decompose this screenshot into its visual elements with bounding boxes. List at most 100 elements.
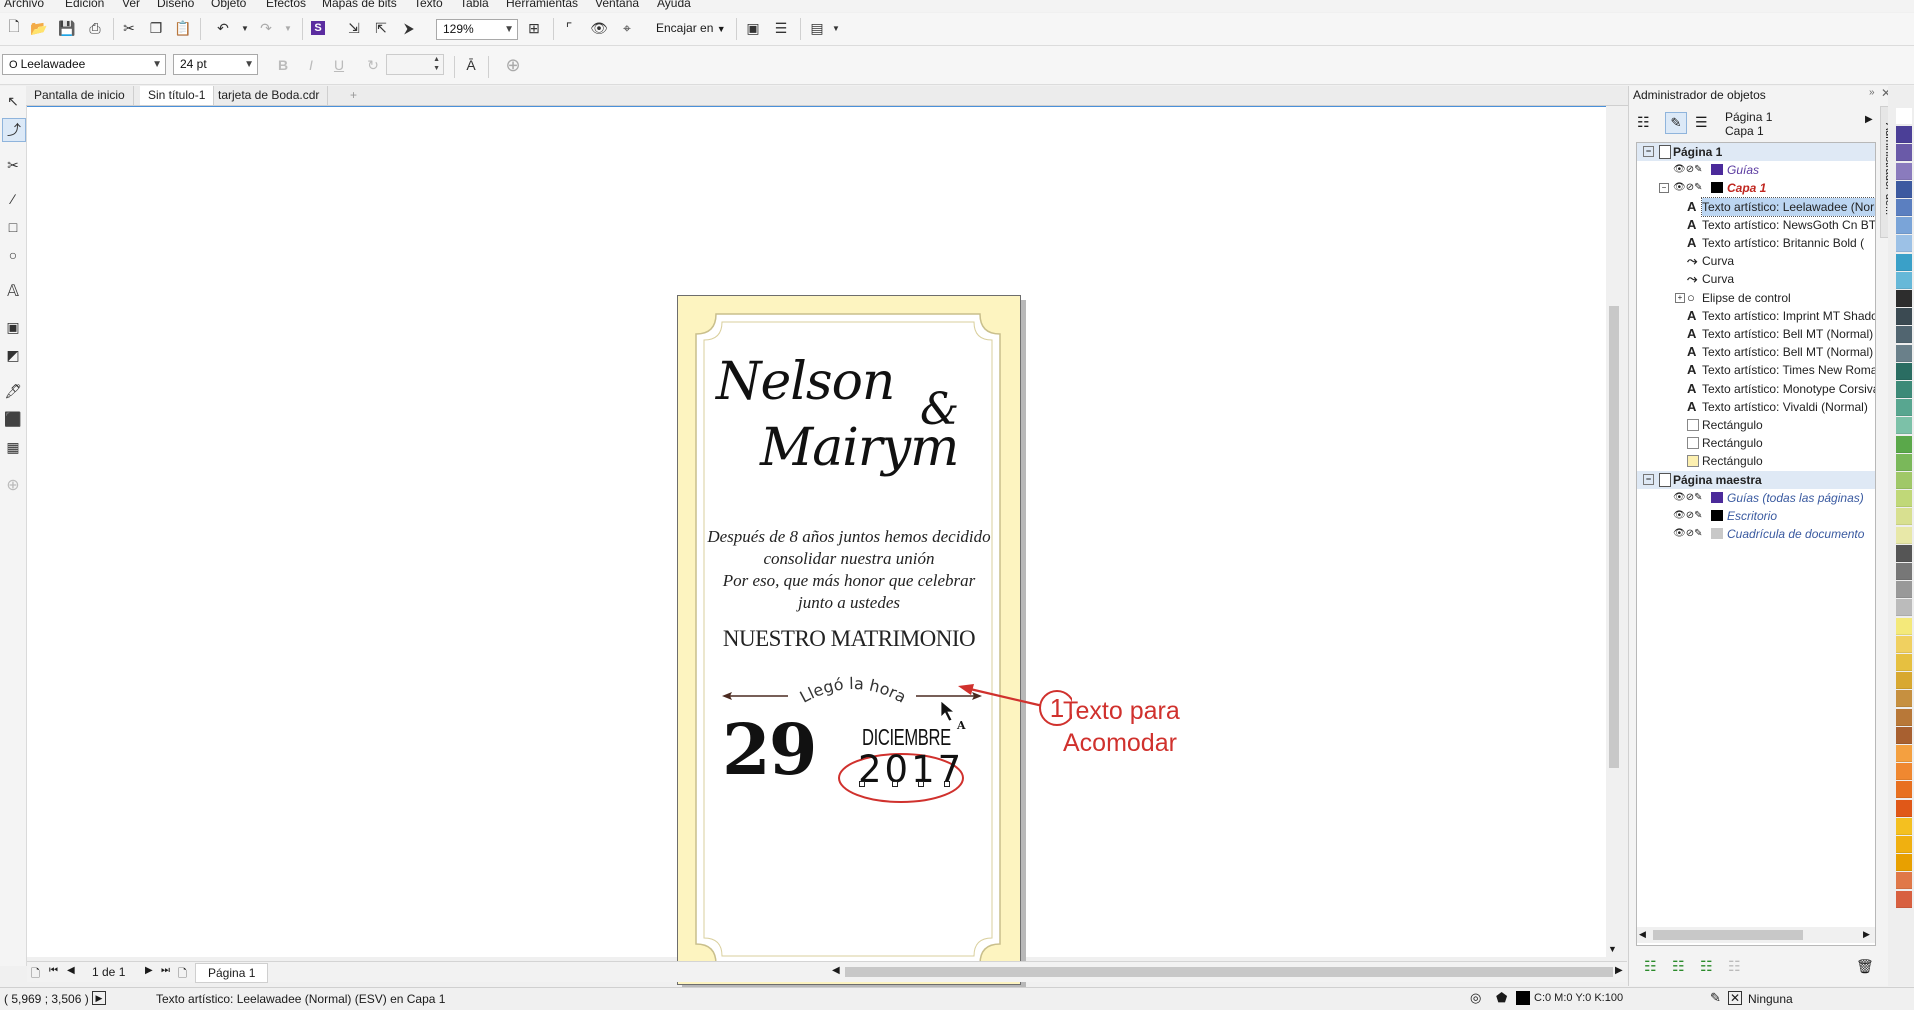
layer-color-swatch[interactable] bbox=[1711, 182, 1723, 194]
layer-color-swatch[interactable] bbox=[1711, 528, 1723, 540]
color-proof-icon[interactable]: ◎ bbox=[1470, 990, 1481, 1006]
color-swatch[interactable] bbox=[1896, 599, 1912, 617]
print-icon[interactable]: ⎙ bbox=[84, 17, 106, 39]
color-swatch[interactable] bbox=[1896, 836, 1912, 853]
add-tool-icon[interactable]: ⊕ bbox=[2, 474, 24, 496]
color-swatch[interactable] bbox=[1896, 399, 1912, 417]
eyedropper-tool-icon[interactable]: 🖋 bbox=[2, 380, 24, 402]
tree-layer-row[interactable]: 👁⊘✎ Guías bbox=[1637, 161, 1875, 179]
tree-object-row[interactable]: ⤳ Curva bbox=[1637, 270, 1875, 288]
fit-to-dropdown[interactable]: Encajar en ▼ bbox=[656, 21, 726, 35]
color-swatch[interactable] bbox=[1896, 253, 1912, 271]
show-rulers-icon[interactable]: ⌜ bbox=[558, 17, 580, 39]
color-swatch[interactable] bbox=[1896, 763, 1912, 781]
play-macro-icon[interactable]: ▶ bbox=[92, 991, 106, 1005]
previous-page-icon[interactable]: ◀ bbox=[67, 965, 75, 976]
color-swatch[interactable] bbox=[1896, 326, 1912, 344]
color-swatch[interactable] bbox=[1896, 381, 1912, 398]
scrollbar-thumb[interactable] bbox=[1609, 306, 1619, 768]
scroll-right-icon[interactable]: ▶ bbox=[1615, 965, 1623, 976]
menu-archivo[interactable]: Archivo bbox=[4, 0, 44, 10]
menu-ayuda[interactable]: Ayuda bbox=[657, 0, 691, 10]
tree-object-row[interactable]: Rectángulo bbox=[1637, 434, 1875, 452]
drawing-canvas[interactable]: Nelson & Mairym Después de 8 años juntos… bbox=[27, 106, 1615, 985]
smart-fill-tool-icon[interactable]: ▦ bbox=[2, 436, 24, 458]
tree-page-row[interactable]: − Página 1 bbox=[1637, 143, 1875, 161]
open-folder-icon[interactable]: 📂 bbox=[28, 17, 50, 39]
tree-layer-row[interactable]: − 👁⊘✎ Capa 1 bbox=[1637, 179, 1875, 197]
scroll-left-icon[interactable]: ◀ bbox=[832, 965, 840, 976]
menu-diseno[interactable]: Diseño bbox=[157, 0, 194, 10]
color-swatch[interactable] bbox=[1896, 217, 1912, 235]
delete-icon[interactable]: 🗑 bbox=[1856, 958, 1874, 975]
menu-ver[interactable]: Ver bbox=[122, 0, 140, 10]
pick-tool-icon[interactable]: ↖ bbox=[2, 90, 24, 112]
tree-object-row[interactable]: A Texto artístico: Imprint MT Shadow bbox=[1637, 307, 1875, 325]
font-size-select[interactable]: 24 pt ▼ bbox=[173, 54, 258, 75]
color-swatch[interactable] bbox=[1896, 617, 1912, 635]
save-icon[interactable]: 💾 bbox=[56, 17, 78, 39]
groom-name[interactable]: Nelson bbox=[716, 352, 895, 412]
menu-edicion[interactable]: Edición bbox=[65, 0, 104, 10]
menu-herramientas[interactable]: Herramientas bbox=[506, 0, 578, 10]
layer-color-swatch[interactable] bbox=[1711, 510, 1723, 521]
menu-tabla[interactable]: Tabla bbox=[460, 0, 489, 10]
new-tab-button[interactable]: + bbox=[342, 86, 365, 105]
add-icon[interactable]: ⊕ bbox=[502, 54, 524, 76]
layer-color-swatch[interactable] bbox=[1711, 491, 1723, 503]
text-properties-icon[interactable]: Ā bbox=[460, 54, 482, 76]
color-swatch[interactable] bbox=[1896, 144, 1912, 162]
color-swatch[interactable] bbox=[1896, 180, 1912, 198]
menu-mapas-de-bits[interactable]: Mapas de bits bbox=[322, 0, 397, 10]
outline-pen-icon[interactable]: ✎ bbox=[1710, 990, 1721, 1006]
text-node-handle[interactable] bbox=[892, 781, 898, 787]
color-swatch[interactable] bbox=[1896, 308, 1912, 326]
color-swatch[interactable] bbox=[1896, 563, 1912, 580]
color-swatch[interactable] bbox=[1896, 581, 1912, 599]
tree-layer-row[interactable]: 👁⊘✎ Escritorio bbox=[1637, 507, 1875, 525]
tree-object-row[interactable]: A Texto artístico: NewsGoth Cn BT bbox=[1637, 216, 1875, 234]
color-swatch[interactable] bbox=[1896, 544, 1912, 562]
color-swatch[interactable] bbox=[1896, 745, 1912, 762]
fill-bucket-icon[interactable]: ⬟ bbox=[1496, 990, 1507, 1006]
add-page-icon[interactable]: 🗋 bbox=[178, 965, 187, 984]
color-swatch[interactable] bbox=[1896, 635, 1912, 653]
tree-object-row[interactable]: Rectángulo bbox=[1637, 416, 1875, 434]
tab-tarjeta-de-boda[interactable]: tarjeta de Boda.cdr bbox=[210, 86, 329, 105]
publish-pdf-icon[interactable]: ⮞ bbox=[398, 17, 420, 39]
rotate-icon[interactable]: ↻ bbox=[362, 54, 384, 76]
zoom-level-select[interactable]: 129% ▼ bbox=[436, 19, 518, 40]
color-swatch[interactable] bbox=[1896, 126, 1912, 144]
layer-color-swatch[interactable] bbox=[1711, 164, 1723, 176]
menu-ventana[interactable]: Ventana bbox=[595, 0, 639, 10]
new-document-icon[interactable]: 🗋 bbox=[3, 17, 25, 39]
tree-object-row[interactable]: A Texto artístico: Bell MT (Normal) bbox=[1637, 325, 1875, 343]
tree-object-row[interactable]: A Texto artístico: Vivaldi (Normal) bbox=[1637, 398, 1875, 416]
collapse-icon[interactable]: − bbox=[1643, 146, 1654, 157]
color-swatch[interactable] bbox=[1896, 799, 1912, 817]
new-layer-icon[interactable]: ☷ bbox=[1644, 958, 1657, 975]
color-swatch[interactable] bbox=[1896, 872, 1912, 890]
color-swatch[interactable] bbox=[1896, 690, 1912, 708]
headline-nuestro-matrimonio[interactable]: NUESTRO MATRIMONIO bbox=[678, 626, 1020, 652]
tree-horizontal-scrollbar[interactable]: ◀ ▶ bbox=[1637, 927, 1875, 943]
text-node-handle[interactable] bbox=[944, 781, 950, 787]
layer-visibility-icons[interactable]: 👁⊘✎ bbox=[1673, 507, 1702, 525]
color-swatch[interactable] bbox=[1896, 781, 1912, 799]
tree-object-row[interactable]: A Texto artístico: Times New Roman bbox=[1637, 361, 1875, 379]
invitation-card-page[interactable]: Nelson & Mairym Después de 8 años juntos… bbox=[677, 295, 1021, 985]
first-page-icon[interactable]: ⏮ bbox=[49, 965, 58, 976]
italic-icon[interactable]: I bbox=[300, 54, 322, 76]
collapse-icon[interactable]: − bbox=[1643, 473, 1654, 485]
new-master-layer-odd-icon[interactable]: ☷ bbox=[1728, 958, 1741, 975]
tree-object-row[interactable]: ⤳ Curva bbox=[1637, 252, 1875, 270]
font-family-select[interactable]: O Leelawadee ▼ bbox=[2, 54, 166, 75]
tree-layer-row[interactable]: 👁⊘✎ Cuadrícula de documento bbox=[1637, 525, 1875, 543]
expand-icon[interactable]: + bbox=[1675, 292, 1685, 303]
tree-page-row[interactable]: − Página maestra bbox=[1637, 470, 1875, 489]
rectangle-tool-icon[interactable]: □ bbox=[2, 216, 24, 238]
tree-object-row[interactable]: + ○ Elipse de control bbox=[1637, 289, 1875, 307]
tree-object-row[interactable]: Rectángulo bbox=[1637, 452, 1875, 470]
chevron-down-icon[interactable]: ▼ bbox=[234, 17, 256, 39]
shape-tool-icon[interactable]: ⤴ bbox=[2, 118, 26, 142]
